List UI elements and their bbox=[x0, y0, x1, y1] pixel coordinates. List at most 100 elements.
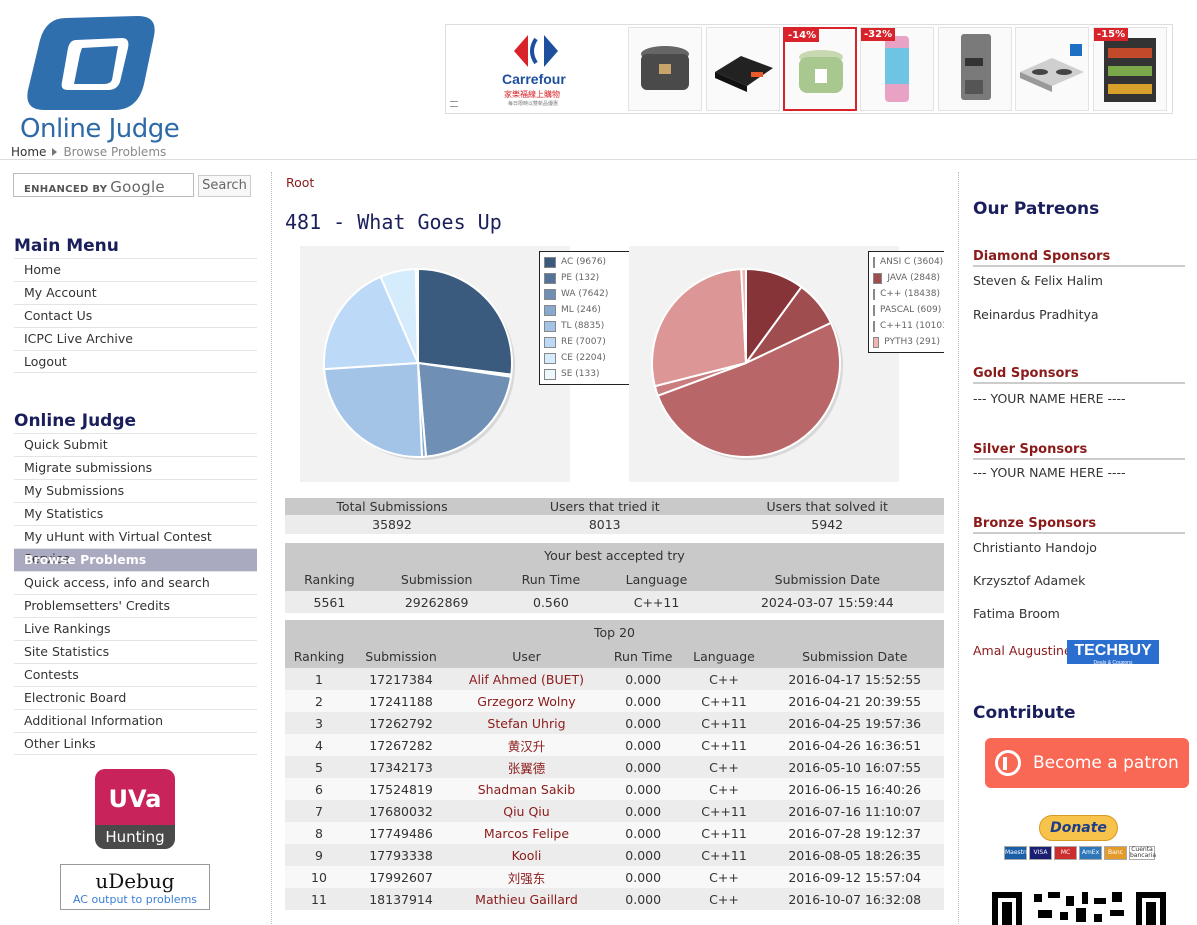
menu-item-migrate-submissions[interactable]: Migrate submissions bbox=[14, 456, 257, 479]
top20-submission[interactable]: 17992607 bbox=[352, 866, 450, 888]
menu-item-home[interactable]: Home bbox=[14, 258, 257, 281]
menu-item-my-submissions[interactable]: My Submissions bbox=[14, 479, 257, 502]
legend-entry: CE (2204) bbox=[544, 350, 629, 366]
techbuy-logo[interactable]: TECHBUY Deals & Coupons bbox=[1067, 640, 1159, 666]
top20-date: 2016-07-16 11:10:07 bbox=[765, 800, 944, 822]
menu-item-my-statistics[interactable]: My Statistics bbox=[14, 502, 257, 525]
verdict-legend: AC (9676) PE (132) WA (7642) ML (246) TL (88… bbox=[539, 251, 634, 385]
verdict-pie-chart bbox=[300, 246, 570, 482]
top20-rank: 11 bbox=[285, 888, 353, 910]
legend-label: TL (8835) bbox=[561, 321, 605, 331]
top20-user[interactable]: Qiu Qiu bbox=[449, 800, 604, 822]
bronze-sponsor: Christianto Handojo bbox=[973, 540, 1097, 555]
top20-user[interactable]: Stefan Uhrig bbox=[449, 712, 604, 734]
top20-submission[interactable]: 18137914 bbox=[352, 888, 450, 910]
top20-user[interactable]: Shadman Sakib bbox=[449, 778, 604, 800]
top20-submission[interactable]: 17342173 bbox=[352, 756, 450, 778]
legend-swatch bbox=[544, 272, 556, 284]
menu-item-problemsetters-credits[interactable]: Problemsetters' Credits bbox=[14, 594, 257, 617]
ad-espresso-machine[interactable] bbox=[938, 27, 1012, 111]
menu-item-uhunt[interactable]: My uHunt with Virtual Contest Service bbox=[14, 525, 257, 566]
legend-entry: PE (132) bbox=[544, 270, 629, 286]
ad-banner[interactable]: Carrefour 家樂福線上購物 每日限時以雙新品優惠 -14% -32% -… bbox=[445, 24, 1173, 114]
carrefour-ad[interactable]: Carrefour 家樂福線上購物 每日限時以雙新品優惠 bbox=[446, 25, 626, 113]
ad-green-rice-cooker[interactable]: -14% bbox=[783, 27, 857, 111]
top20-date: 2016-09-12 15:57:04 bbox=[765, 866, 944, 888]
best-submission[interactable]: 29262869 bbox=[373, 591, 500, 613]
menu-item-logout[interactable]: Logout bbox=[14, 350, 257, 373]
menu-item-contact-us[interactable]: Contact Us bbox=[14, 304, 257, 327]
table-row: 8 17749486 Marcos Felipe 0.000 C++11 2016-07-… bbox=[285, 822, 944, 844]
top20-user[interactable]: Mathieu Gaillard bbox=[449, 888, 604, 910]
best-language: C++11 bbox=[602, 591, 711, 613]
breadcrumb-arrow-icon bbox=[52, 148, 58, 156]
breadcrumb-home[interactable]: Home bbox=[11, 145, 46, 159]
legend-label: PASCAL (609) bbox=[880, 305, 942, 315]
legend-label: PE (132) bbox=[561, 273, 600, 283]
top20-submission[interactable]: 17793338 bbox=[352, 844, 450, 866]
top20-user[interactable]: 刘强东 bbox=[449, 866, 604, 888]
top20-submission[interactable]: 17524819 bbox=[352, 778, 450, 800]
maestro-card-icon: Maestro bbox=[1004, 846, 1029, 860]
discount-badge: -15% bbox=[1094, 28, 1129, 41]
bronze-sponsor: Fatima Broom bbox=[973, 606, 1060, 621]
menu-item-quick-access[interactable]: Quick access, info and search bbox=[14, 571, 257, 594]
top20-user[interactable]: Marcos Felipe bbox=[449, 822, 604, 844]
top20-submission[interactable]: 17267282 bbox=[352, 734, 450, 756]
menu-item-icpc-live-archive[interactable]: ICPC Live Archive bbox=[14, 327, 257, 350]
carrefour-logo-icon bbox=[514, 35, 558, 67]
top20-submission[interactable]: 17749486 bbox=[352, 822, 450, 844]
ad-storage-rack[interactable]: -15% bbox=[1093, 27, 1167, 111]
top20-language: C++ bbox=[682, 778, 766, 800]
paypal-donate-button[interactable]: Donate bbox=[1039, 815, 1118, 841]
legend-swatch bbox=[873, 288, 876, 300]
root-link[interactable]: Root bbox=[286, 175, 314, 190]
legend-swatch bbox=[544, 304, 556, 316]
top20-user[interactable]: Grzegorz Wolny bbox=[449, 690, 604, 712]
menu-item-live-rankings[interactable]: Live Rankings bbox=[14, 617, 257, 640]
breadcrumb: Home Browse Problems bbox=[11, 145, 166, 159]
top20-submission[interactable]: 17680032 bbox=[352, 800, 450, 822]
ad-drink-can[interactable]: -32% bbox=[860, 27, 934, 111]
stats-total: 35892 bbox=[285, 515, 500, 534]
top20-runtime: 0.000 bbox=[603, 690, 683, 712]
mastercard-icon: MC bbox=[1054, 846, 1077, 860]
top20-rank: 8 bbox=[285, 822, 353, 844]
top20-user[interactable]: 张翼德 bbox=[449, 756, 604, 778]
menu-item-site-statistics[interactable]: Site Statistics bbox=[14, 640, 257, 663]
become-patron-button[interactable]: Become a patron bbox=[985, 738, 1189, 788]
top20-date: 2016-10-07 16:32:08 bbox=[765, 888, 944, 910]
udebug-link[interactable]: uDebug AC output to problems bbox=[60, 864, 210, 910]
best-header-runtime: Run Time bbox=[499, 567, 603, 591]
online-judge-menu-title: Online Judge bbox=[14, 411, 137, 431]
menu-item-additional-information[interactable]: Additional Information bbox=[14, 709, 257, 732]
top20-submission[interactable]: 17241188 bbox=[352, 690, 450, 712]
menu-item-quick-submit[interactable]: Quick Submit bbox=[14, 433, 257, 456]
stats-header-total: Total Submissions bbox=[285, 498, 500, 515]
uva-hunting-link[interactable]: UVa Hunting bbox=[95, 769, 175, 849]
problem-title: 481 - What Goes Up bbox=[285, 210, 502, 234]
stats-solved: 5942 bbox=[710, 515, 944, 534]
search-input[interactable]: ENHANCED BY Google bbox=[13, 173, 194, 197]
legend-entry: C++ (18438) bbox=[873, 286, 940, 302]
top20-user[interactable]: Alif Ahmed (BUET) bbox=[449, 668, 604, 690]
patreons-title: Our Patreons bbox=[973, 199, 1100, 219]
ad-rice-cooker-black[interactable] bbox=[628, 27, 702, 111]
top20-user[interactable]: 黄汉升 bbox=[449, 734, 604, 756]
search-button[interactable]: Search bbox=[198, 175, 251, 197]
menu-item-my-account[interactable]: My Account bbox=[14, 281, 257, 304]
ad-gas-stove[interactable] bbox=[1015, 27, 1089, 111]
menu-item-contests[interactable]: Contests bbox=[14, 663, 257, 686]
menu-item-electronic-board[interactable]: Electronic Board bbox=[14, 686, 257, 709]
bronze-sponsor-link[interactable]: Amal Augustine bbox=[973, 643, 1072, 658]
carrefour-brand: Carrefour bbox=[502, 71, 566, 87]
top20-submission[interactable]: 17217384 bbox=[352, 668, 450, 690]
contribute-title: Contribute bbox=[973, 703, 1076, 723]
menu-item-browse-problems[interactable]: Browse Problems bbox=[14, 548, 257, 571]
menu-item-other-links[interactable]: Other Links bbox=[14, 732, 257, 755]
ad-menu-icon[interactable] bbox=[450, 101, 458, 107]
top20-runtime: 0.000 bbox=[603, 778, 683, 800]
ad-kitchen-scale[interactable] bbox=[706, 27, 780, 111]
top20-user[interactable]: Kooli bbox=[449, 844, 604, 866]
top20-submission[interactable]: 17262792 bbox=[352, 712, 450, 734]
